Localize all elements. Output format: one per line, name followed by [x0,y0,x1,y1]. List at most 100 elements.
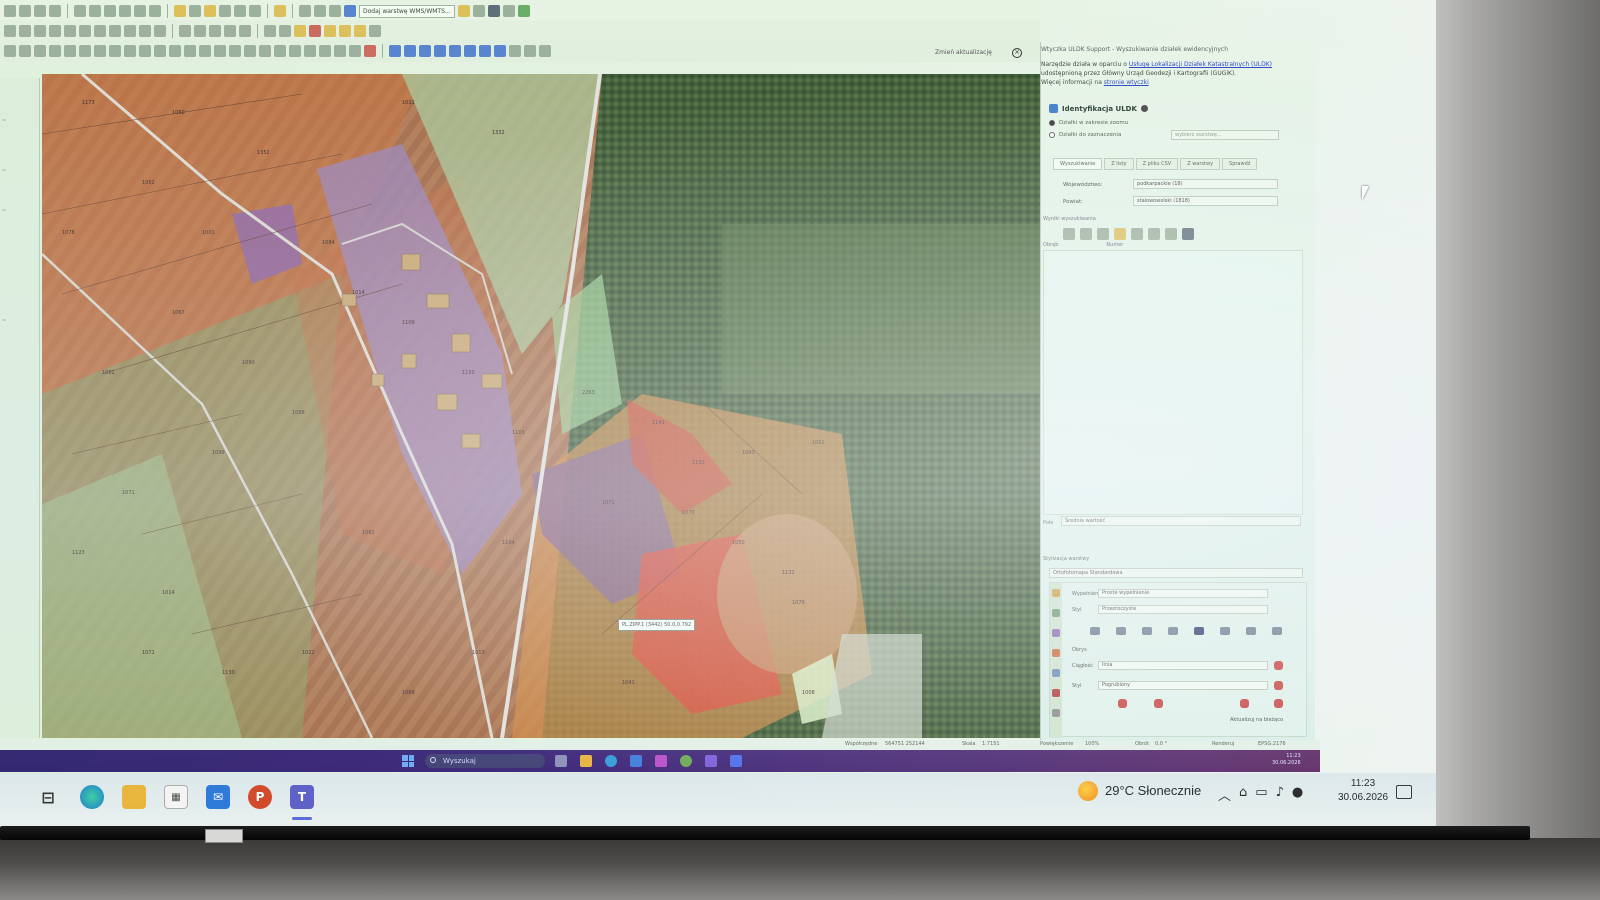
notification-icon[interactable] [1396,785,1412,799]
zoom-last-icon[interactable] [104,5,116,17]
advanced-icon-14[interactable] [199,45,211,57]
grid-icon[interactable] [389,45,401,57]
advanced-icon-5[interactable] [64,45,76,57]
layer-entry[interactable]: ~ [2,118,6,124]
tab-layer[interactable]: Z warstwy [1180,158,1221,170]
wms-icon[interactable] [344,5,356,17]
bell-icon[interactable] [364,45,376,57]
deselect-icon[interactable] [204,5,216,17]
label-rotate-icon[interactable] [224,25,236,37]
settings-icon[interactable] [1165,228,1177,240]
advanced-icon-13[interactable] [184,45,196,57]
advanced-icon-20[interactable] [289,45,301,57]
sun-icon[interactable] [1078,781,1098,801]
grid-icon-4[interactable] [434,45,446,57]
toolbar-field[interactable]: Dodaj warstwę WMS/WMTS... [359,4,455,18]
plugin-icon[interactable] [502,5,515,17]
delete-icon[interactable] [79,25,91,37]
layer-entry[interactable]: ~ [2,168,6,174]
microphone-icon[interactable]: ● [1292,785,1303,804]
advanced-icon-23[interactable] [334,45,346,57]
plugin-page-link[interactable]: stronie wtyczki [1104,79,1149,86]
weather-text[interactable]: 29°C Słonecznie [1105,783,1201,798]
fill-select[interactable]: Proste wypełnienie [1098,589,1268,598]
tool-icon[interactable] [294,25,306,37]
grid-icon-7[interactable] [479,45,491,57]
render-label[interactable]: Renderuj [1212,741,1234,747]
color-swatch[interactable] [1154,699,1163,708]
layer-combo[interactable]: wybierz warstwę... [1171,130,1279,140]
chevron-up-icon[interactable]: ︿ [1218,785,1231,804]
volume-icon[interactable]: ♪ [1276,785,1284,804]
zoom-out-icon[interactable] [34,5,46,17]
render-icon[interactable] [1052,709,1060,717]
advanced-icon-8[interactable] [109,45,121,57]
refresh-icon[interactable] [149,5,161,17]
move-icon[interactable] [1272,627,1282,635]
plugin-icon-2[interactable] [517,5,530,17]
edit-icon[interactable] [1114,228,1126,240]
zoom-layer-icon[interactable] [89,5,101,17]
tab-check[interactable]: Sprawdź [1222,158,1258,170]
export-icon[interactable] [1080,228,1092,240]
app-icon[interactable] [630,755,642,767]
advanced-icon-21[interactable] [304,45,316,57]
pin-icon[interactable] [457,5,470,17]
crs-label[interactable]: EPSG:2176 [1258,741,1286,747]
advanced-icon-6[interactable] [79,45,91,57]
color-swatch[interactable] [1118,699,1127,708]
task-view-icon[interactable]: ⊟ [36,785,60,809]
redo-icon[interactable] [154,25,166,37]
layer-entry[interactable]: ~ [2,208,6,214]
vertex-tool-icon[interactable] [64,25,76,37]
label-move-icon[interactable] [209,25,221,37]
table-icon[interactable] [1182,228,1194,240]
history-icon[interactable] [1052,689,1060,697]
identification-header[interactable]: Identyfikacja ULDK [1049,104,1148,113]
system-clock[interactable]: 11:23 30.06.2026 [1338,777,1388,805]
edge-icon[interactable] [80,785,104,809]
stroke-style-select[interactable]: Pogrubiony [1098,681,1268,690]
network-icon[interactable]: ⌂ [1239,785,1247,804]
advanced-icon-12[interactable] [169,45,181,57]
advanced-icon-4[interactable] [49,45,61,57]
close-icon[interactable]: × [1012,48,1022,58]
uldk-link[interactable]: Usługę Lokalizacji Działek Katastralnych… [1129,61,1272,68]
app-icon[interactable] [730,755,742,767]
tab-list[interactable]: Z listy [1104,158,1134,170]
remote-search-box[interactable]: Wyszukaj [425,754,545,768]
gear-icon-2[interactable] [524,45,536,57]
advanced-icon-2[interactable] [19,45,31,57]
search-icon[interactable] [329,5,341,17]
field-select[interactable]: Średnia wartość [1061,516,1301,526]
map-canvas[interactable]: 1173 1050 1011 1352 1332 1052 1078 1001 1084 1014… [42,74,1040,738]
filter-icon[interactable] [1131,228,1143,240]
advanced-icon-3[interactable] [34,45,46,57]
monitor-icon[interactable]: ▭ [1255,785,1267,804]
grid-icon-8[interactable] [494,45,506,57]
coords-value[interactable]: 564751 252144 [885,741,925,747]
color-swatch[interactable] [1240,699,1249,708]
advanced-icon-22[interactable] [319,45,331,57]
advanced-icon-24[interactable] [349,45,361,57]
database-icon[interactable] [472,5,485,17]
gear-icon[interactable] [509,45,521,57]
task-view-icon[interactable] [555,755,567,767]
style-select[interactable]: Ortofotomapa Standardowa [1049,568,1303,578]
powerpoint-icon[interactable]: P [248,785,272,809]
snap-icon[interactable] [279,25,291,37]
teams-icon[interactable]: T [290,785,314,809]
label-pin-icon[interactable] [179,25,191,37]
color-swatch[interactable] [1274,699,1283,708]
sum-icon[interactable] [234,5,246,17]
color-swatch[interactable] [1274,681,1283,690]
grid-icon-3[interactable] [419,45,431,57]
add-feature-icon[interactable] [49,25,61,37]
magnifier-value[interactable]: 100% [1085,741,1099,747]
advanced-icon[interactable] [4,45,16,57]
grid-icon-6[interactable] [464,45,476,57]
pin-icon[interactable] [1246,627,1256,635]
gear-icon-3[interactable] [539,45,551,57]
3d-icon[interactable] [1052,669,1060,677]
advanced-icon-16[interactable] [229,45,241,57]
